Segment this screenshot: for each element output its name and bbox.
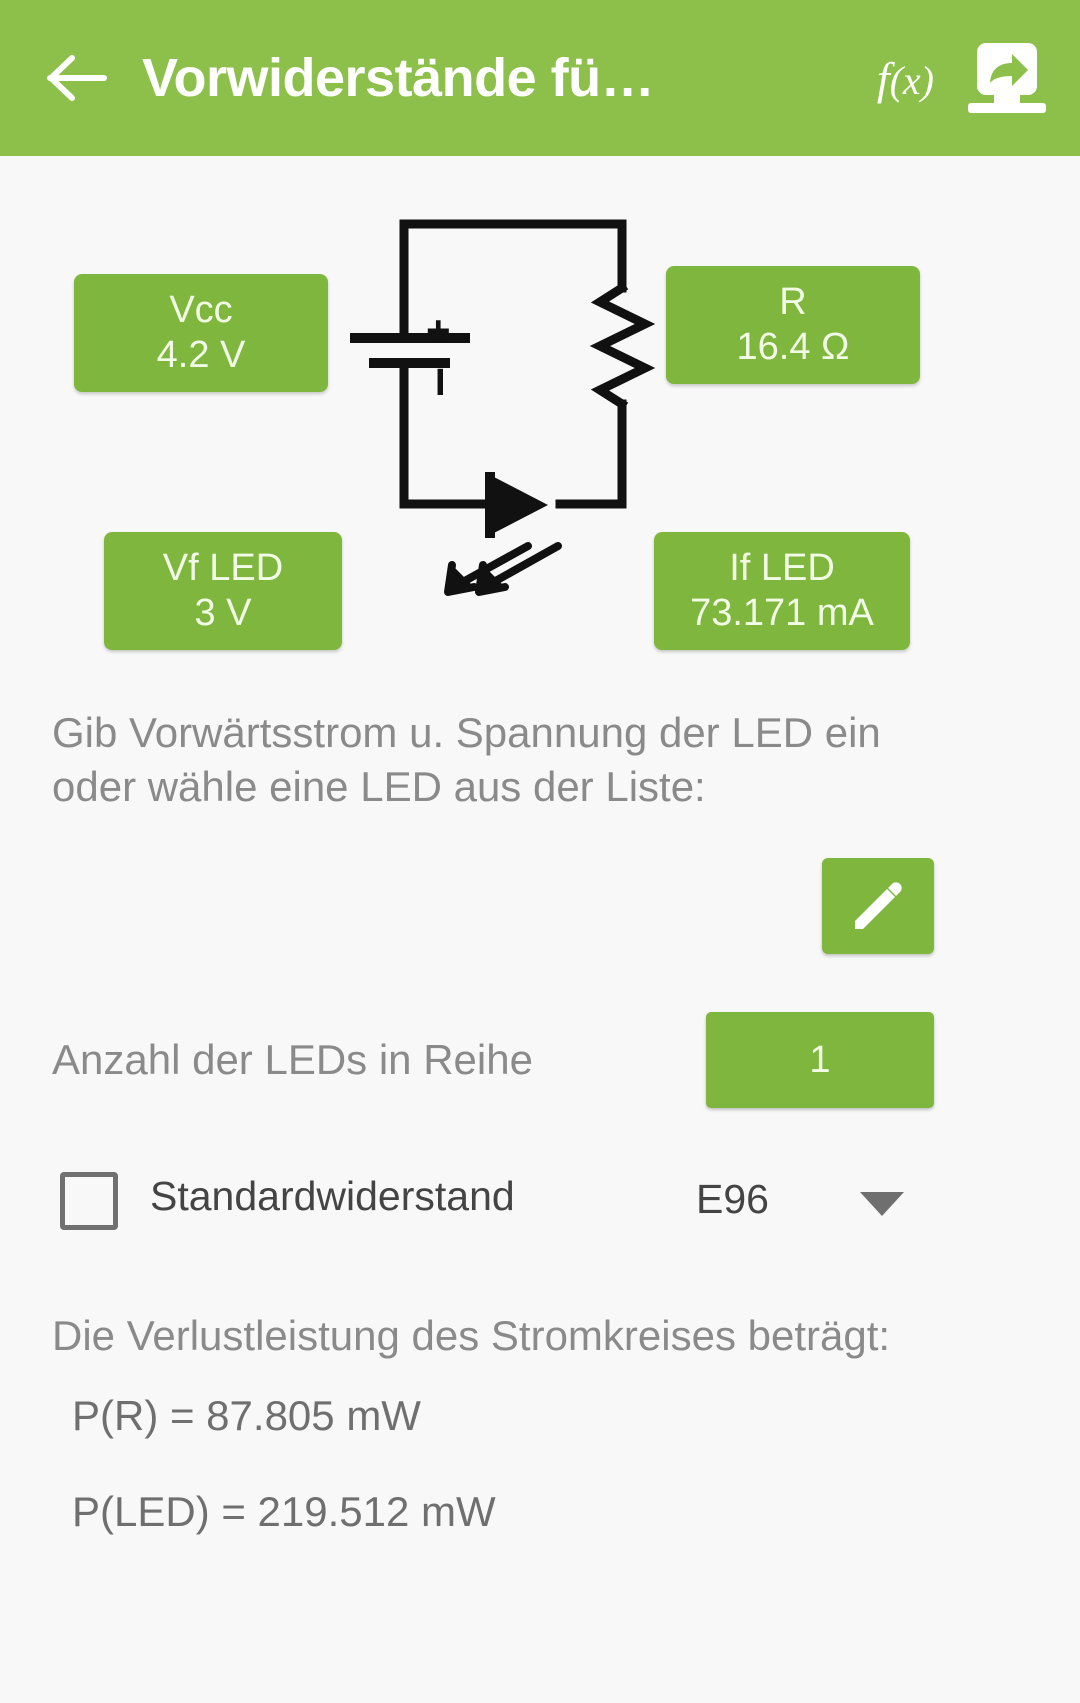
standard-resistor-checkbox[interactable] [60, 1172, 118, 1230]
chip-label: R [779, 281, 807, 324]
share-to-screen-icon [968, 43, 1046, 113]
chip-label: If LED [729, 547, 835, 590]
pencil-icon [855, 882, 902, 929]
chip-label: Vf LED [162, 547, 284, 590]
arrow-left-icon [47, 55, 107, 101]
standard-resistor-row: Standardwiderstand E96 [0, 1160, 1080, 1246]
app-bar: Vorwiderstände fü… f(x) [0, 0, 1080, 156]
page-title: Vorwiderstände fü… [142, 48, 655, 108]
form-hint-text: Gib Vorwärtsstrom u. Spannung der LED ei… [52, 709, 881, 810]
app-screen: Vorwiderstände fü… f(x) + I Vcc 4.2 V R … [0, 0, 1080, 1703]
led-count-label: Anzahl der LEDs in Reihe [52, 1036, 533, 1083]
chip-label: Vcc [169, 289, 233, 332]
chip-value: 73.171 mA [690, 592, 874, 634]
value-chip-if-led[interactable]: If LED 73.171 mA [654, 532, 910, 650]
back-button[interactable] [22, 0, 132, 156]
share-button[interactable] [960, 0, 1080, 156]
standard-resistor-label: Standardwiderstand [150, 1173, 515, 1219]
edit-led-button[interactable] [822, 858, 934, 954]
chevron-down-icon[interactable] [860, 1192, 904, 1216]
result-power-led: P(LED) = 219.512 mW [72, 1488, 496, 1535]
formula-label-x: (x) [889, 57, 934, 103]
resistor-series-value[interactable]: E96 [696, 1176, 769, 1223]
battery-minus-label: I [435, 362, 446, 404]
chip-value: 3 V [194, 592, 252, 634]
formula-button[interactable]: f(x) [851, 52, 960, 105]
value-chip-vf-led[interactable]: Vf LED 3 V [104, 532, 342, 650]
chip-value: 16.4 Ω [736, 326, 850, 368]
formula-label-f: f [876, 52, 890, 104]
value-chip-resistance[interactable]: R 16.4 Ω [666, 266, 920, 384]
circuit-diagram: + I Vcc 4.2 V R 16.4 Ω Vf LED 3 V If LED… [0, 156, 1080, 701]
result-power-resistor: P(R) = 87.805 mW [72, 1392, 421, 1439]
value-chip-vcc[interactable]: Vcc 4.2 V [74, 274, 328, 392]
battery-plus-label: + [426, 307, 451, 354]
led-count-input[interactable]: 1 [706, 1012, 934, 1108]
results-title: Die Verlustleistung des Stromkreises bet… [52, 1312, 891, 1359]
chip-value: 4.2 V [156, 334, 246, 376]
